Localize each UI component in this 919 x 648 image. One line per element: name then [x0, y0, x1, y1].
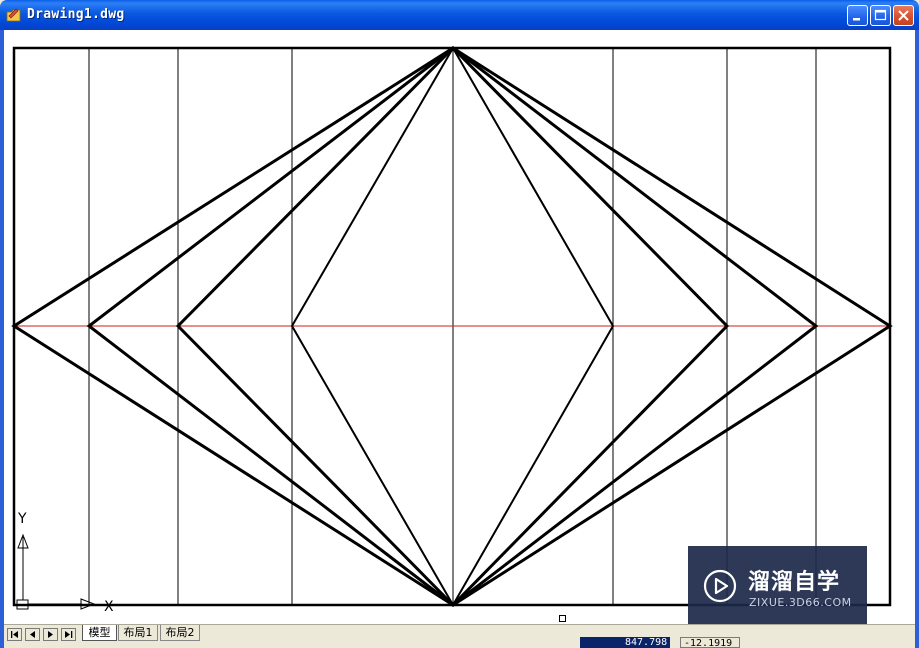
title-bar[interactable]: Drawing1.dwg [0, 0, 919, 30]
first-tab-button[interactable] [7, 628, 22, 641]
tab-model[interactable]: 模型 [82, 625, 117, 641]
ucs-icon [16, 533, 96, 610]
watermark-title: 溜溜自学 [748, 570, 841, 595]
model-space-canvas[interactable]: Y X [4, 30, 915, 624]
watermark-subtitle: ZIXUE.3D66.COM [749, 596, 852, 609]
close-button[interactable] [893, 5, 914, 26]
ucs-y-label: Y [17, 511, 27, 527]
close-icon [898, 10, 909, 21]
prev-tab-button[interactable] [25, 628, 40, 641]
watermark-overlay: 溜溜自学 ZIXUE.3D66.COM [688, 546, 867, 630]
window-title: Drawing1.dwg [27, 7, 125, 22]
coord-x-value: 847.798 [622, 637, 670, 648]
maximize-icon [874, 9, 887, 21]
ucs-x-label: X [104, 599, 114, 615]
cad-drawing[interactable]: Y X [4, 30, 915, 624]
grip-square[interactable] [559, 615, 566, 622]
last-tab-button[interactable] [61, 628, 76, 641]
drawing-file-icon [6, 7, 22, 23]
minimize-button[interactable] [847, 5, 868, 26]
minimize-icon [853, 18, 860, 21]
coordinate-label-block [580, 637, 622, 648]
tab-layout2[interactable]: 布局2 [160, 625, 200, 641]
layout-tab-bar: 模型 布局1 布局2 [4, 624, 915, 648]
maximize-button[interactable] [870, 5, 891, 26]
next-tab-button[interactable] [43, 628, 58, 641]
drawing-window: Drawing1.dwg Y X 溜溜自学 ZIXUE.3D66.COM 模型 … [0, 0, 919, 648]
last-icon [65, 631, 73, 638]
next-icon [48, 631, 53, 638]
coord-y-value: -12.1919 [680, 637, 740, 648]
play-logo-icon [703, 569, 737, 603]
first-icon [11, 631, 18, 638]
tab-layout1[interactable]: 布局1 [118, 625, 158, 641]
prev-icon [30, 631, 35, 638]
